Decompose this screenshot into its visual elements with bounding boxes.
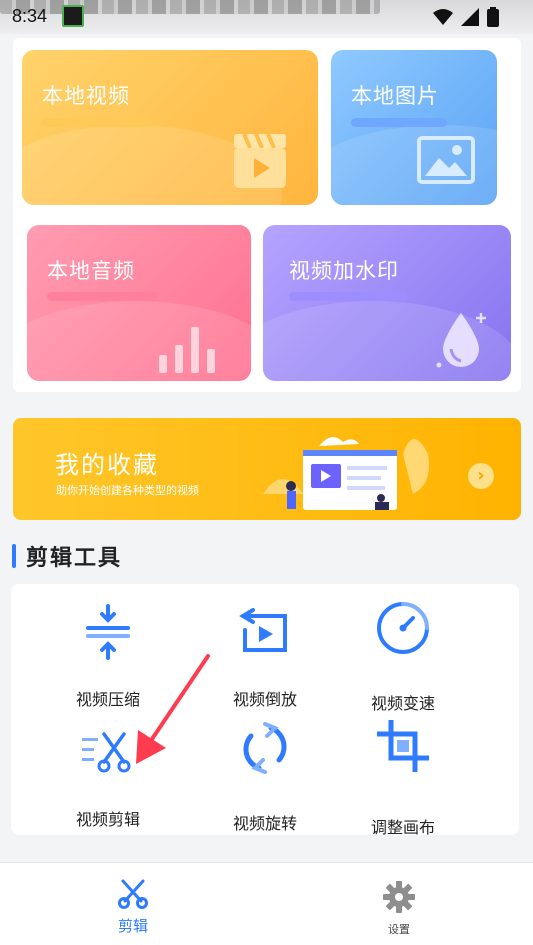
tab-edit[interactable]: 剪辑 bbox=[73, 863, 193, 936]
tool-speed[interactable]: 视频变速 bbox=[328, 598, 478, 713]
rotate-icon bbox=[235, 718, 295, 778]
editing-tools-panel: 视频压缩 视频倒放 视频变速 视频剪辑 视频旋转 调整画布 bbox=[11, 584, 519, 837]
tool-speed-label: 视频变速 bbox=[370, 694, 435, 713]
status-time: 8:34 bbox=[12, 6, 48, 26]
local-video-label: 本地视频 bbox=[42, 84, 130, 108]
status-bar: 8:34 bbox=[0, 0, 533, 34]
image-icon bbox=[417, 136, 475, 188]
status-icons bbox=[433, 7, 499, 31]
favorites-title: 我的收藏 bbox=[55, 451, 159, 479]
tool-cut-label: 视频剪辑 bbox=[75, 810, 140, 829]
add-watermark-tile[interactable]: 视频加水印 bbox=[263, 225, 511, 381]
status-overlay-text bbox=[0, 0, 380, 14]
app-notification-icon bbox=[62, 5, 84, 27]
audio-bars-icon bbox=[157, 325, 221, 379]
wifi-icon bbox=[433, 8, 453, 30]
tab-settings-label: 设置 bbox=[388, 923, 410, 936]
section-header: 剪辑工具 bbox=[12, 542, 123, 571]
local-audio-label: 本地音频 bbox=[47, 259, 135, 283]
local-media-panel: 本地视频 本地图片 本地音频 视频加水印 bbox=[13, 38, 521, 392]
speed-gauge-icon bbox=[373, 598, 433, 658]
reverse-play-icon bbox=[235, 602, 295, 662]
crop-canvas-icon bbox=[373, 716, 433, 776]
scissors-cut-icon bbox=[78, 722, 138, 782]
tool-reverse[interactable]: 视频倒放 bbox=[190, 602, 340, 709]
water-drop-icon bbox=[435, 309, 491, 377]
compress-icon bbox=[78, 602, 138, 662]
clapperboard-icon bbox=[232, 130, 288, 194]
scissors-icon bbox=[73, 879, 193, 913]
section-accent-bar bbox=[12, 544, 16, 568]
local-audio-tile[interactable]: 本地音频 bbox=[27, 225, 251, 381]
tool-canvas-label: 调整画布 bbox=[370, 818, 435, 837]
add-watermark-label: 视频加水印 bbox=[289, 259, 399, 283]
gear-icon bbox=[339, 881, 459, 917]
tool-rotate[interactable]: 视频旋转 bbox=[190, 718, 340, 833]
tab-settings[interactable]: 设置 bbox=[339, 863, 459, 937]
tool-rotate-label: 视频旋转 bbox=[232, 814, 297, 833]
battery-icon bbox=[487, 7, 499, 31]
favorites-subtitle: 助你开始创建各种类型的视频 bbox=[56, 484, 199, 497]
bottom-tab-bar: 剪辑 设置 bbox=[0, 862, 533, 945]
local-picture-tile[interactable]: 本地图片 bbox=[331, 50, 497, 205]
tool-reverse-label: 视频倒放 bbox=[232, 690, 297, 709]
tab-edit-label: 剪辑 bbox=[117, 917, 148, 935]
annotation-arrow-icon bbox=[130, 652, 212, 772]
chevron-right-icon[interactable]: › bbox=[468, 463, 494, 489]
local-picture-label: 本地图片 bbox=[351, 84, 439, 108]
favorites-banner[interactable]: 我的收藏 助你开始创建各种类型的视频 › bbox=[13, 418, 521, 520]
signal-icon bbox=[461, 8, 479, 30]
banner-illustration bbox=[263, 424, 443, 520]
tool-canvas[interactable]: 调整画布 bbox=[328, 716, 478, 837]
local-video-tile[interactable]: 本地视频 bbox=[22, 50, 318, 205]
section-title: 剪辑工具 bbox=[26, 546, 123, 571]
